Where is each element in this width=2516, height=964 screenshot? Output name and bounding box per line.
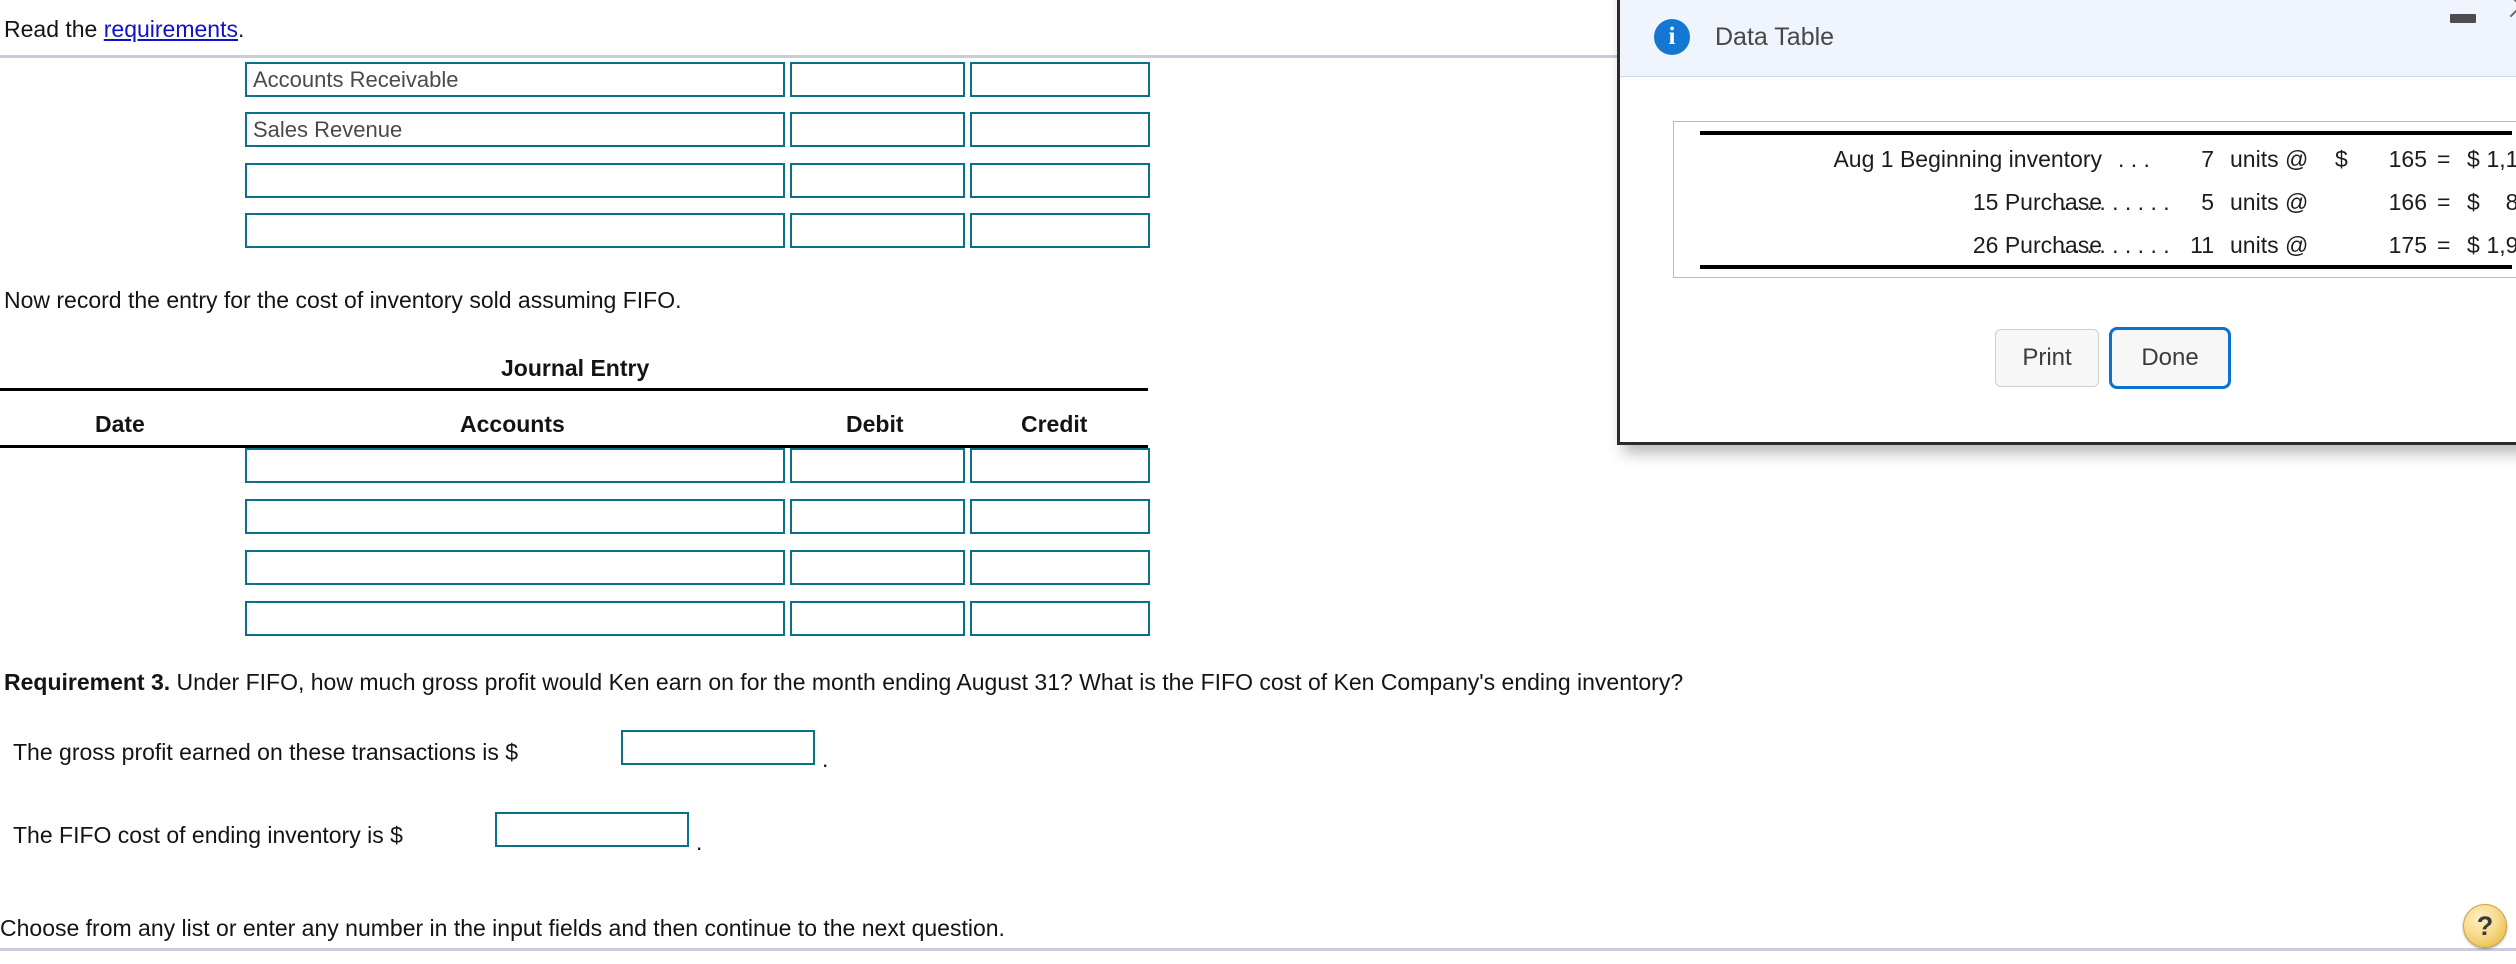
gross-profit-period: . bbox=[822, 746, 829, 772]
inventory-row: 15 Purchase . . . . . . . . . 5 units @ … bbox=[1674, 189, 2516, 227]
ending-inventory-label: The FIFO cost of ending inventory is $ bbox=[13, 822, 403, 848]
inventory-row-1-total: 830 bbox=[2464, 189, 2516, 216]
minimize-icon[interactable] bbox=[2450, 14, 2476, 23]
help-button[interactable]: ? bbox=[2463, 904, 2507, 948]
inventory-row-2-equals: = bbox=[2437, 232, 2451, 258]
requirement-3-line: Requirement 3. Under FIFO, how much gros… bbox=[4, 671, 1683, 694]
inventory-row-0-units: 7 bbox=[2201, 146, 2214, 172]
inventory-row-0-dollar: $ bbox=[2335, 146, 2348, 172]
journal-row-0-credit-input[interactable] bbox=[970, 448, 1150, 483]
journal-top-rule bbox=[0, 388, 1148, 391]
read-suffix-text: . bbox=[237, 16, 245, 42]
inventory-row-1-equals: = bbox=[2437, 189, 2451, 215]
fifo-instruction-text: Now record the entry for the cost of inv… bbox=[4, 287, 682, 313]
help-question-mark: ? bbox=[2476, 910, 2494, 941]
journal-row-0-account-input[interactable] bbox=[245, 448, 785, 483]
requirement-3-text: Under FIFO, how much gross profit would … bbox=[170, 669, 1684, 695]
info-icon: i bbox=[1654, 19, 1690, 55]
journal-header-date: Date bbox=[95, 411, 145, 437]
top-row-1-credit-input[interactable] bbox=[970, 112, 1150, 147]
journal-row-1-credit-input[interactable] bbox=[970, 499, 1150, 534]
inventory-row-1-price: 166 bbox=[2388, 189, 2427, 215]
panel-top-rule bbox=[1700, 131, 2512, 135]
top-row-3-debit-input[interactable] bbox=[790, 213, 965, 248]
close-icon[interactable] bbox=[2506, 0, 2516, 21]
inventory-row-1-units: 5 bbox=[2201, 189, 2214, 215]
journal-row-0-debit-input[interactable] bbox=[790, 448, 965, 483]
inventory-row-2-total: 1,925 bbox=[2486, 232, 2516, 258]
inventory-row: Aug 1 Beginning inventory . . . 7 units … bbox=[1674, 146, 2516, 184]
inventory-row-0-dots: . . . bbox=[2118, 146, 2150, 172]
ending-inventory-period: . bbox=[696, 829, 703, 855]
inventory-row-2-price: 175 bbox=[2388, 232, 2427, 258]
inventory-row-0-total: 1,155 bbox=[2486, 146, 2516, 172]
inventory-row-0-label: Aug 1 Beginning inventory bbox=[1833, 146, 2102, 172]
top-row-1-account-input[interactable] bbox=[245, 112, 785, 147]
journal-header-credit: Credit bbox=[1021, 411, 1088, 437]
journal-row-3-credit-input[interactable] bbox=[970, 601, 1150, 636]
requirements-link[interactable]: requirements bbox=[104, 16, 238, 42]
inventory-row: 26 Purchase . . . . . . . . . 11 units @… bbox=[1674, 232, 2516, 270]
top-row-0-credit-input[interactable] bbox=[970, 62, 1150, 97]
inventory-row-2-label: 26 Purchase bbox=[1972, 232, 2102, 258]
journal-row-1-debit-input[interactable] bbox=[790, 499, 965, 534]
inventory-row-2-units-word: units @ bbox=[2230, 232, 2309, 258]
top-row-0-debit-input[interactable] bbox=[790, 62, 965, 97]
info-glyph: i bbox=[1668, 23, 1676, 50]
ending-inventory-input[interactable] bbox=[495, 812, 689, 847]
inventory-row-0-price: 165 bbox=[2388, 146, 2427, 172]
top-row-0-account-input[interactable] bbox=[245, 62, 785, 97]
inventory-row-1-units-word: units @ bbox=[2230, 189, 2309, 215]
journal-entry-title: Journal Entry bbox=[501, 355, 650, 381]
journal-row-3-account-input[interactable] bbox=[245, 601, 785, 636]
data-table-dialog: i Data Table Aug 1 Beginning inventory .… bbox=[1617, 0, 2516, 445]
done-button[interactable]: Done bbox=[2109, 327, 2231, 389]
inventory-row-0-units-word: units @ bbox=[2230, 146, 2309, 172]
read-requirements-line: Read the requirements. bbox=[4, 18, 244, 41]
journal-row-2-account-input[interactable] bbox=[245, 550, 785, 585]
read-prefix-text: Read the bbox=[4, 16, 104, 42]
top-row-2-credit-input[interactable] bbox=[970, 163, 1150, 198]
journal-header-accounts: Accounts bbox=[460, 411, 565, 437]
done-button-label: Done bbox=[2141, 344, 2199, 371]
dialog-title: Data Table bbox=[1715, 23, 1835, 51]
journal-header-debit: Debit bbox=[846, 411, 904, 437]
print-button[interactable]: Print bbox=[1995, 329, 2099, 387]
journal-row-3-debit-input[interactable] bbox=[790, 601, 965, 636]
journal-row-1-account-input[interactable] bbox=[245, 499, 785, 534]
gross-profit-input[interactable] bbox=[621, 730, 815, 765]
print-button-label: Print bbox=[2022, 344, 2072, 371]
footer-instruction-text: Choose from any list or enter any number… bbox=[0, 915, 1005, 941]
requirement-3-label: Requirement 3. bbox=[4, 669, 171, 695]
dialog-body: Aug 1 Beginning inventory . . . 7 units … bbox=[1620, 77, 2516, 442]
top-row-3-account-input[interactable] bbox=[245, 213, 785, 248]
top-row-3-credit-input[interactable] bbox=[970, 213, 1150, 248]
top-row-2-debit-input[interactable] bbox=[790, 163, 965, 198]
inventory-row-1-label: 15 Purchase bbox=[1972, 189, 2102, 215]
dialog-titlebar[interactable]: i Data Table bbox=[1620, 0, 2516, 77]
gross-profit-label: The gross profit earned on these transac… bbox=[13, 739, 519, 765]
inventory-row-0-equals: = bbox=[2437, 146, 2451, 172]
journal-row-2-debit-input[interactable] bbox=[790, 550, 965, 585]
top-row-2-account-input[interactable] bbox=[245, 163, 785, 198]
inventory-data-panel: Aug 1 Beginning inventory . . . 7 units … bbox=[1673, 121, 2516, 278]
inventory-row-2-units: 11 bbox=[2190, 232, 2214, 258]
top-row-1-debit-input[interactable] bbox=[790, 112, 965, 147]
bottom-divider bbox=[0, 948, 2516, 951]
journal-row-2-credit-input[interactable] bbox=[970, 550, 1150, 585]
